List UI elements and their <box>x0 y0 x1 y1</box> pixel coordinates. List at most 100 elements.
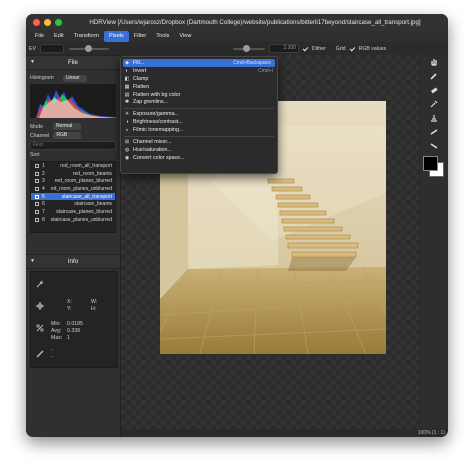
ev-slider[interactable] <box>68 44 109 52</box>
image-list-item[interactable]: 4 ed_room_planes_unblurred <box>31 185 115 193</box>
menu-item-label: Zap gremlins... <box>133 99 169 106</box>
image-number: 5 <box>42 193 45 200</box>
menu-file[interactable]: File <box>30 31 49 42</box>
ev-slider-knob[interactable] <box>84 44 92 52</box>
ruler-icon <box>36 350 44 358</box>
menu-item-invert[interactable]: ◐ Invert Cmd+I <box>121 67 277 75</box>
menu-item-flatten[interactable]: ▦ Flatten <box>121 83 277 91</box>
menu-shortcut: Cmd+Backspace <box>233 59 271 66</box>
menu-item-label: Exposure/gamma... <box>133 111 179 118</box>
selection-y-label: Y: <box>67 306 72 312</box>
image-file-icon <box>35 186 39 191</box>
image-list-item[interactable]: 7 staircase_planes_blurred <box>31 208 115 216</box>
hue-icon: ◍ <box>124 146 130 153</box>
menu-item-zap-gremlins[interactable]: ✱ Zap gremlins... <box>121 98 277 106</box>
menu-separator <box>124 135 274 137</box>
menu-item-clamp[interactable]: ◧ Clamp <box>121 75 277 83</box>
sort-label[interactable]: Sort <box>30 152 40 158</box>
tool-bar <box>420 55 448 429</box>
eyedropper-tool-icon <box>430 100 438 108</box>
histogram-plot <box>30 84 116 118</box>
blend-mode-select[interactable]: Normal <box>52 123 81 130</box>
image-name: ed_room_planes_unblurred <box>50 185 112 192</box>
menu-item-label: Flatten with bg color <box>133 91 181 98</box>
measure-tool[interactable] <box>429 127 439 137</box>
menu-shortcut: Cmd+I <box>258 67 273 74</box>
max-label: Max: <box>51 335 63 341</box>
min-label: Min: <box>51 321 61 327</box>
file-section-header[interactable]: ▼ File <box>26 55 120 70</box>
menu-transform[interactable]: Transform <box>69 31 104 42</box>
mixer-icon: ⊞ <box>124 138 130 145</box>
selection-w-label: W: <box>91 299 98 305</box>
image-number: 2 <box>42 170 45 177</box>
image-name: staircase_planes_unblurred <box>50 216 112 223</box>
image-list-item-selected[interactable]: 5 staircase_all_transport <box>31 192 115 201</box>
menu-filter[interactable]: Filter <box>129 31 151 42</box>
image-number: 6 <box>42 201 45 208</box>
percent-icon <box>36 324 44 332</box>
image-list-item[interactable]: 1 red_room_all_transport <box>31 162 115 170</box>
ev-field[interactable] <box>39 44 64 53</box>
eraser-tool[interactable] <box>429 85 439 95</box>
foreground-color-swatch[interactable] <box>423 156 438 171</box>
image-file-icon <box>35 217 39 222</box>
invert-icon: ◐ <box>125 67 129 74</box>
menu-separator <box>124 107 274 109</box>
channel-select[interactable]: RGB <box>53 132 82 139</box>
menu-item-label: Filmic tonemapping... <box>133 127 184 134</box>
histogram-row: Histogram Linear <box>26 72 120 84</box>
stamp-tool[interactable] <box>429 113 439 123</box>
close-window-button[interactable] <box>33 19 40 26</box>
image-list-item[interactable]: 8 staircase_planes_unblurred <box>31 216 115 224</box>
image-name: staircase_planes_blurred <box>56 208 112 215</box>
line-tool[interactable] <box>429 141 439 151</box>
clamp-icon: ◧ <box>124 75 130 82</box>
image-number: 1 <box>42 162 45 169</box>
gamma-field[interactable]: 2.200 <box>268 44 299 53</box>
mode-row: Mode Normal <box>26 122 120 131</box>
fill-icon: ◆ <box>125 59 129 66</box>
dither-checkbox[interactable] <box>303 46 309 52</box>
menu-item-exposure-gamma[interactable]: ☀ Exposure/gamma... <box>121 110 277 118</box>
image-list-item[interactable]: 2 red_room_beams <box>31 170 115 178</box>
menu-item-filmic-tonemapping[interactable]: ◒ Filmic tonemapping... <box>121 126 277 134</box>
brush-tool[interactable] <box>429 71 439 81</box>
info-section-header[interactable]: ▼ Info <box>26 254 120 269</box>
histogram-scale-select[interactable]: Linear <box>62 74 87 82</box>
avg-value: 0.338 <box>67 328 80 334</box>
minimize-window-button[interactable] <box>44 19 51 26</box>
image-file-icon <box>35 171 39 176</box>
convert-icon: ◉ <box>124 154 130 161</box>
ev-label: EV <box>29 45 36 52</box>
menu-tools[interactable]: Tools <box>151 31 174 42</box>
rgb-values-checkbox[interactable] <box>350 46 356 52</box>
filmic-icon: ◒ <box>125 127 129 134</box>
window-controls <box>33 19 62 26</box>
menu-item-channel-mixer[interactable]: ⊞ Channel mixer... <box>121 138 277 146</box>
menu-item-label: Flatten <box>133 83 150 90</box>
gamma-slider-knob[interactable] <box>242 44 250 52</box>
exposure-icon: ☀ <box>124 111 130 118</box>
menu-item-convert-color-space[interactable]: ◉ Convert color space... <box>121 154 277 162</box>
maximize-window-button[interactable] <box>55 19 62 26</box>
menu-item-fill[interactable]: ◆ Fill... Cmd+Backspace <box>123 59 275 67</box>
menu-item-flatten-bg[interactable]: ▤ Flatten with bg color <box>121 91 277 99</box>
image-file-icon <box>35 163 39 168</box>
menu-pixels[interactable]: Pixels <box>103 31 129 42</box>
image-number: 3 <box>42 178 45 185</box>
find-input[interactable] <box>30 140 116 150</box>
gamma-slider[interactable] <box>232 44 265 52</box>
channel-row: Channel RGB <box>26 131 120 140</box>
menu-item-label: Brightness/contrast... <box>133 119 183 126</box>
menu-item-brightness-contrast[interactable]: ◑ Brightness/contrast... <box>121 118 277 126</box>
menu-view[interactable]: View <box>174 31 196 42</box>
eyedropper-tool[interactable] <box>429 99 439 109</box>
menu-item-hue-saturation[interactable]: ◍ Hue/saturation... <box>121 146 277 154</box>
pan-hand-tool[interactable] <box>429 57 439 67</box>
image-list-item[interactable]: 6 staircase_beams <box>31 200 115 208</box>
brush-icon <box>430 73 437 80</box>
menu-edit[interactable]: Edit <box>49 31 69 42</box>
image-list-item[interactable]: 3 red_room_planes_blurred <box>31 177 115 185</box>
image-name: red_room_all_transport <box>60 162 112 169</box>
